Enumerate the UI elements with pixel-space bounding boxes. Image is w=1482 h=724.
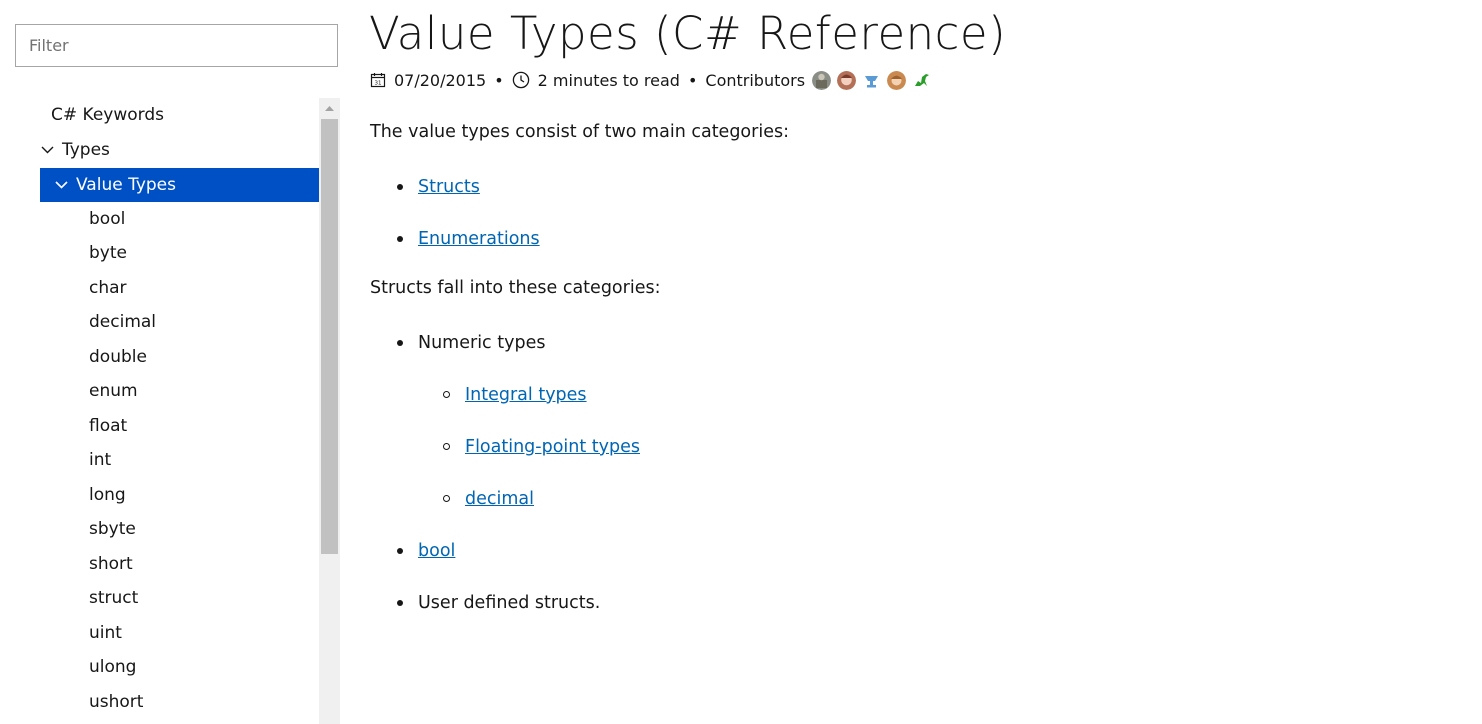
toc-item-label: short bbox=[89, 554, 133, 574]
toc-item-uint[interactable]: uint bbox=[40, 616, 319, 650]
docs-page: C# Keywords Types Value Types bool byte … bbox=[0, 0, 1482, 724]
toc-item-label: Types bbox=[62, 140, 110, 160]
contributor-avatar[interactable] bbox=[887, 70, 907, 90]
structs-paragraph: Structs fall into these categories: bbox=[370, 278, 661, 298]
toc-item-label: ushort bbox=[89, 692, 144, 712]
toc-item-label: float bbox=[89, 416, 128, 436]
list-item: Enumerations bbox=[418, 227, 540, 251]
toc-item-label: double bbox=[89, 347, 147, 367]
enumerations-link[interactable]: Enumerations bbox=[418, 229, 540, 249]
list-bullet bbox=[397, 600, 403, 606]
toc-item-double[interactable]: double bbox=[40, 340, 319, 374]
contributor-avatar[interactable] bbox=[812, 70, 832, 90]
decimal-link[interactable]: decimal bbox=[465, 489, 534, 509]
toc-item-decimal[interactable]: decimal bbox=[40, 305, 319, 339]
toc-item-sbyte[interactable]: sbyte bbox=[40, 512, 319, 546]
list-circle-bullet bbox=[443, 391, 450, 398]
toc-item-struct[interactable]: struct bbox=[40, 581, 319, 615]
article-metadata: 31 07/20/2015 • 2 minutes to read • Cont… bbox=[370, 66, 937, 94]
calendar-icon: 31 bbox=[370, 72, 386, 88]
list-item: decimal bbox=[465, 487, 534, 511]
clock-icon bbox=[512, 71, 530, 89]
toc-item-csharp-keywords[interactable]: C# Keywords bbox=[40, 98, 319, 132]
toc-item-label: ulong bbox=[89, 657, 137, 677]
toc-item-label: struct bbox=[89, 588, 139, 608]
toc-item-label: byte bbox=[89, 243, 127, 263]
toc-item-types[interactable]: Types bbox=[40, 133, 319, 167]
contributor-avatar[interactable] bbox=[837, 70, 857, 90]
meta-separator: • bbox=[687, 70, 698, 90]
toc-item-byte[interactable]: byte bbox=[40, 236, 319, 270]
article-date: 07/20/2015 bbox=[394, 70, 487, 90]
list-item: Integral types bbox=[465, 383, 587, 407]
list-item: Structs bbox=[418, 175, 480, 199]
scroll-up-arrow-icon[interactable] bbox=[319, 98, 340, 119]
toc-item-ushort[interactable]: ushort bbox=[40, 685, 319, 719]
list-bullet bbox=[397, 184, 403, 190]
toc-item-char[interactable]: char bbox=[40, 271, 319, 305]
toc-item-int[interactable]: int bbox=[40, 443, 319, 477]
list-item: Floating-point types bbox=[465, 435, 640, 459]
toc-item-label: C# Keywords bbox=[51, 105, 164, 125]
toc-item-value-types[interactable]: Value Types bbox=[40, 168, 319, 202]
toc-item-label: char bbox=[89, 278, 127, 298]
user-defined-structs-text: User defined structs. bbox=[418, 593, 601, 613]
list-circle-bullet bbox=[443, 495, 450, 502]
list-bullet bbox=[397, 548, 403, 554]
integral-types-link[interactable]: Integral types bbox=[465, 385, 587, 405]
toc-item-label: long bbox=[89, 485, 126, 505]
toc-item-float[interactable]: float bbox=[40, 409, 319, 443]
meta-separator: • bbox=[494, 70, 504, 90]
toc-item-label: decimal bbox=[89, 312, 157, 332]
toc-item-long[interactable]: long bbox=[40, 478, 319, 512]
page-title: Value Types (C# Reference) bbox=[369, 7, 1007, 60]
chevron-down-icon[interactable] bbox=[40, 143, 54, 157]
filter-input[interactable] bbox=[15, 24, 338, 67]
toc-item-label: bool bbox=[89, 209, 126, 229]
svg-text:31: 31 bbox=[375, 81, 382, 87]
toc-scrollbar[interactable] bbox=[319, 98, 340, 724]
list-circle-bullet bbox=[443, 443, 450, 450]
contributors-list bbox=[812, 70, 937, 90]
list-bullet bbox=[397, 340, 403, 346]
chevron-down-icon[interactable] bbox=[54, 178, 68, 192]
contributors-label: Contributors bbox=[705, 70, 806, 90]
toc-item-label: int bbox=[89, 450, 112, 470]
list-item: bool bbox=[418, 539, 455, 563]
toc-item-ulong[interactable]: ulong bbox=[40, 650, 319, 684]
toc-item-short[interactable]: short bbox=[40, 547, 319, 581]
contributor-avatar[interactable] bbox=[912, 71, 931, 90]
list-bullet bbox=[397, 236, 403, 242]
numeric-types-label: Numeric types bbox=[418, 333, 546, 353]
list-item: Numeric types bbox=[418, 331, 545, 355]
structs-link[interactable]: Structs bbox=[418, 177, 480, 197]
toc-item-bool[interactable]: bool bbox=[40, 202, 319, 236]
list-item: User defined structs. bbox=[418, 591, 600, 615]
read-time: 2 minutes to read bbox=[537, 70, 680, 90]
toc-item-label: sbyte bbox=[89, 519, 136, 539]
floating-point-types-link[interactable]: Floating-point types bbox=[465, 437, 640, 457]
toc-item-label: Value Types bbox=[76, 175, 176, 195]
toc-item-label: enum bbox=[89, 381, 138, 401]
scrollbar-thumb[interactable] bbox=[321, 119, 338, 554]
toc-item-label: uint bbox=[89, 623, 122, 643]
table-of-contents: C# Keywords Types Value Types bool byte … bbox=[40, 98, 319, 724]
intro-paragraph: The value types consist of two main cate… bbox=[370, 122, 789, 142]
toc-item-enum[interactable]: enum bbox=[40, 374, 319, 408]
contributor-avatar[interactable] bbox=[862, 70, 882, 90]
bool-link[interactable]: bool bbox=[418, 541, 455, 561]
